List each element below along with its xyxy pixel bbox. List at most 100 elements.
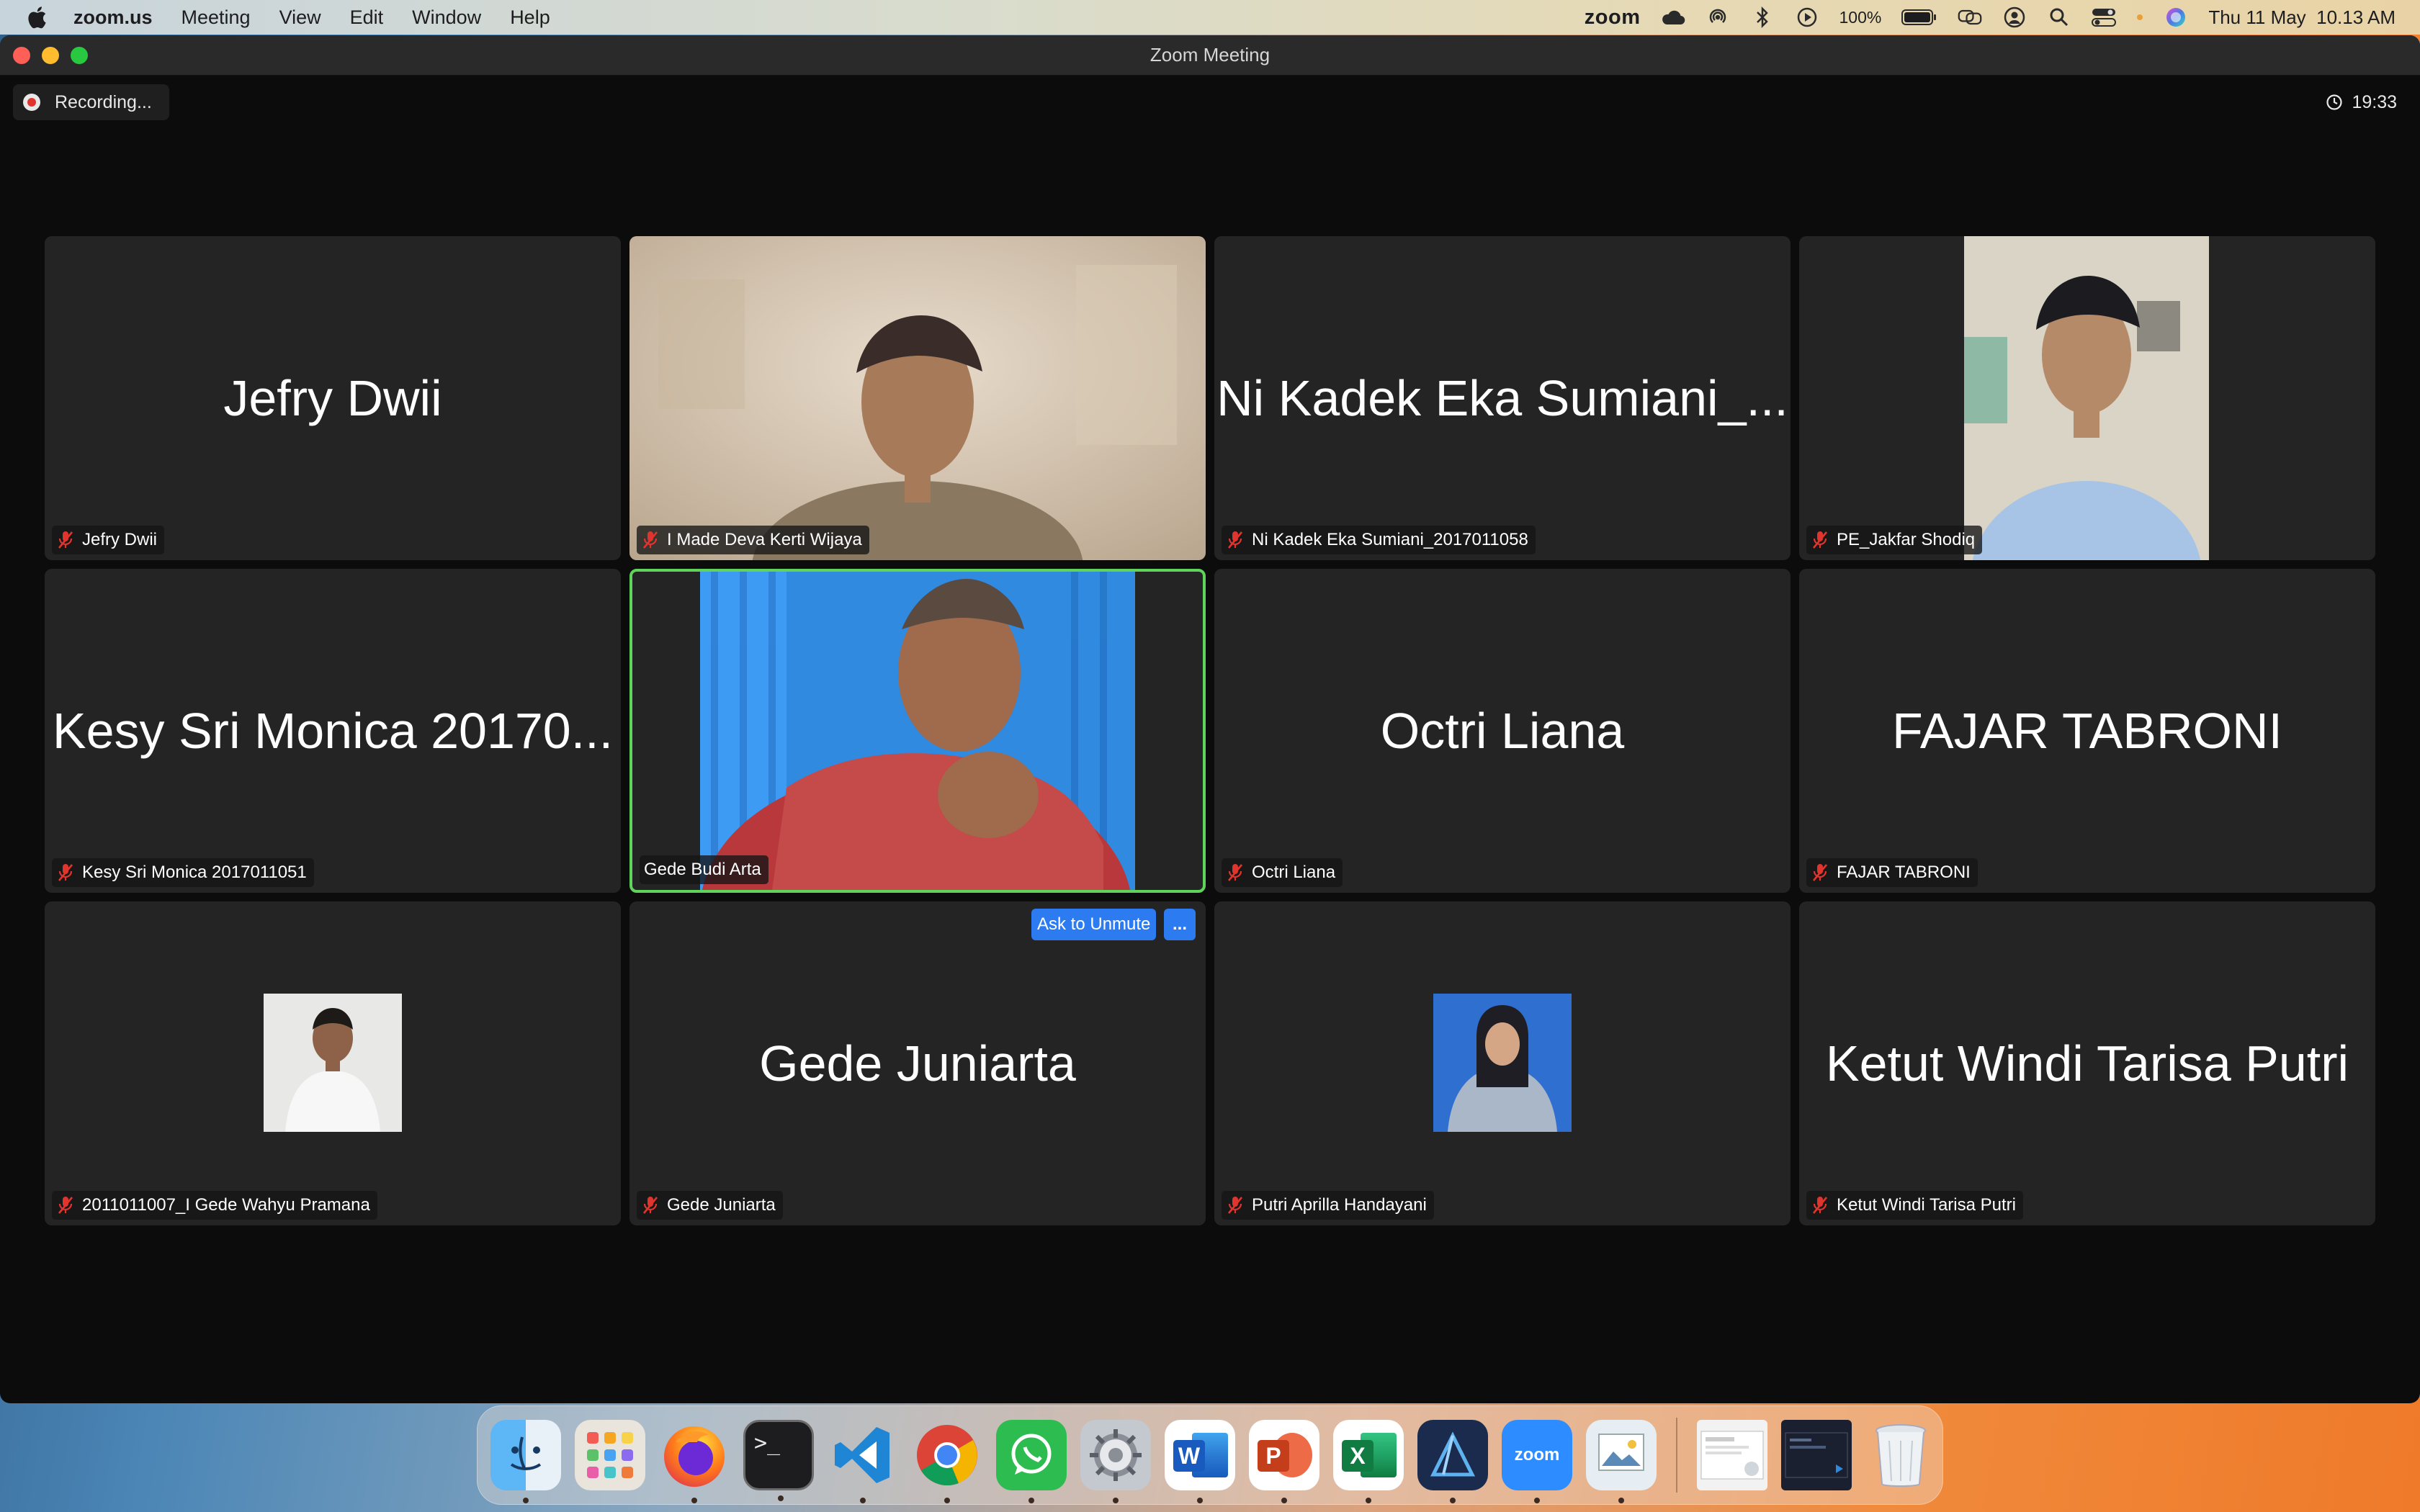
participant-name: Ketut Windi Tarisa Putri: [1837, 1195, 2016, 1215]
participant-tile[interactable]: Gede Juniarta Gede Juniarta: [629, 901, 1206, 1225]
profile-photo: [1433, 994, 1572, 1132]
launchpad-icon[interactable]: [575, 1420, 645, 1490]
downloads-stack-icon[interactable]: [1697, 1420, 1767, 1490]
ask-to-unmute-button[interactable]: Ask to Unmute: [1031, 909, 1157, 940]
finder-icon[interactable]: [490, 1420, 561, 1503]
firefox-icon[interactable]: [659, 1420, 730, 1503]
participant-name: Gede Budi Arta: [644, 860, 761, 879]
menu-clock[interactable]: Thu 11 May 10.13 AM: [2208, 6, 2396, 29]
record-icon: [23, 94, 40, 111]
word-letter: W: [1173, 1440, 1205, 1472]
creative-cloud-icon[interactable]: [1661, 6, 1685, 28]
participant-name: FAJAR TABRONI: [1837, 863, 1971, 882]
menu-help[interactable]: Help: [510, 6, 550, 29]
participant-name-label: Ketut Windi Tarisa Putri: [1806, 1191, 2023, 1220]
meeting-timer: 19:33: [2318, 87, 2404, 117]
muted-mic-icon: [1812, 531, 1828, 549]
menu-edit[interactable]: Edit: [350, 6, 384, 29]
participant-tile[interactable]: Kesy Sri Monica 20170... Kesy Sri Monica…: [45, 569, 621, 893]
chrome-icon[interactable]: [912, 1420, 982, 1503]
participant-name-label: Jefry Dwii: [52, 526, 165, 554]
muted-mic-icon: [58, 531, 73, 549]
muted-mic-icon: [1227, 531, 1243, 549]
active-speaker-tile[interactable]: Gede Budi Arta: [629, 569, 1206, 893]
muted-mic-icon: [1812, 1197, 1828, 1214]
participant-tile[interactable]: PE_Jakfar Shodiq: [1799, 236, 2375, 560]
muted-mic-icon: [58, 1197, 73, 1214]
participant-video: [1964, 236, 2209, 560]
muted-mic-icon: [1812, 864, 1828, 881]
battery-icon[interactable]: [1901, 6, 1937, 28]
participant-display-name: Octri Liana: [1380, 703, 1625, 759]
participant-display-name: Ni Kadek Eka Sumiani_...: [1216, 370, 1788, 426]
participant-tile[interactable]: FAJAR TABRONI FAJAR TABRONI: [1799, 569, 2375, 893]
participant-display-name: Kesy Sri Monica 20170...: [52, 703, 614, 759]
participant-name: PE_Jakfar Shodiq: [1837, 530, 1976, 549]
participant-name: Ni Kadek Eka Sumiani_2017011058: [1252, 530, 1528, 549]
apple-icon[interactable]: [26, 6, 48, 29]
participant-name: I Made Deva Kerti Wijaya: [667, 530, 862, 549]
menu-app-name[interactable]: zoom.us: [73, 6, 153, 29]
zoom-app-icon[interactable]: zoom: [1502, 1420, 1572, 1503]
muted-mic-icon: [642, 1197, 658, 1214]
airdrop-icon[interactable]: [1706, 6, 1730, 28]
user-icon[interactable]: [2002, 6, 2027, 28]
participant-name-label: 2011011007_I Gede Wahyu Pramana: [52, 1191, 377, 1220]
recording-indicator[interactable]: Recording...: [13, 84, 169, 120]
microsoft-powerpoint-icon[interactable]: P: [1249, 1420, 1319, 1503]
preview-icon[interactable]: [1586, 1420, 1657, 1503]
participant-tile[interactable]: Ni Kadek Eka Sumiani_... Ni Kadek Eka Su…: [1214, 236, 1791, 560]
participant-name: Kesy Sri Monica 2017011051: [82, 863, 307, 882]
participant-name-label: Kesy Sri Monica 2017011051: [52, 858, 314, 887]
play-icon[interactable]: [1795, 6, 1819, 28]
screenshot-stack-icon[interactable]: [1781, 1420, 1852, 1490]
excel-letter: X: [1342, 1440, 1373, 1472]
window-title: Zoom Meeting: [1150, 44, 1270, 66]
participant-name: Jefry Dwii: [82, 530, 158, 549]
participant-video: [629, 236, 1206, 560]
participant-video: [700, 572, 1135, 890]
dock-separator: [1676, 1418, 1677, 1493]
participant-tile[interactable]: Octri Liana Octri Liana: [1214, 569, 1791, 893]
muted-mic-icon: [1227, 1197, 1243, 1214]
participant-tile[interactable]: 2011011007_I Gede Wahyu Pramana: [45, 901, 621, 1225]
trash-icon[interactable]: [1865, 1420, 1936, 1490]
participant-display-name: Ketut Windi Tarisa Putri: [1825, 1035, 2349, 1092]
participant-tile[interactable]: Putri Aprilla Handayani: [1214, 901, 1791, 1225]
participant-name-label: Gede Budi Arta: [640, 855, 768, 884]
system-preferences-icon[interactable]: [1080, 1420, 1151, 1503]
microsoft-word-icon[interactable]: W: [1165, 1420, 1235, 1503]
muted-mic-icon: [1227, 864, 1243, 881]
participant-display-name: Gede Juniarta: [759, 1035, 1076, 1092]
participant-tile[interactable]: I Made Deva Kerti Wijaya: [629, 236, 1206, 560]
timer-value: 19:33: [2352, 91, 2397, 112]
more-options-button[interactable]: ...: [1164, 909, 1196, 940]
screen-mirror-icon[interactable]: [1958, 6, 1982, 28]
participant-display-name: Jefry Dwii: [223, 370, 442, 426]
participant-name-label: Octri Liana: [1222, 858, 1343, 887]
minimize-window-button[interactable]: [42, 47, 59, 64]
participant-tile[interactable]: Ketut Windi Tarisa Putri Ketut Windi Tar…: [1799, 901, 2375, 1225]
search-icon[interactable]: [2047, 6, 2071, 28]
participant-name-label: Ni Kadek Eka Sumiani_2017011058: [1222, 526, 1536, 554]
vscode-icon[interactable]: [828, 1420, 898, 1503]
whatsapp-icon[interactable]: [996, 1420, 1067, 1503]
terminal-icon[interactable]: >_: [743, 1420, 814, 1501]
menu-meeting[interactable]: Meeting: [182, 6, 251, 29]
zoom-status-item[interactable]: zoom: [1585, 6, 1641, 30]
zoom-window-button[interactable]: [71, 47, 88, 64]
zoom-app-label: zoom: [1514, 1445, 1560, 1464]
microsoft-excel-icon[interactable]: X: [1333, 1420, 1404, 1503]
dock: >_ W P X zoom: [477, 1405, 1943, 1505]
close-window-button[interactable]: [13, 47, 30, 64]
control-center-icon[interactable]: [2092, 6, 2117, 28]
menu-window[interactable]: Window: [412, 6, 481, 29]
participant-tile[interactable]: Jefry Dwii Jefry Dwii: [45, 236, 621, 560]
bluetooth-icon[interactable]: [1750, 6, 1775, 28]
menu-view[interactable]: View: [279, 6, 321, 29]
siri-icon[interactable]: [2164, 6, 2188, 28]
participant-name: Octri Liana: [1252, 863, 1336, 882]
clock-icon: [2326, 94, 2343, 110]
participant-display-name: FAJAR TABRONI: [1892, 703, 2282, 759]
affinity-designer-icon[interactable]: [1417, 1420, 1488, 1503]
